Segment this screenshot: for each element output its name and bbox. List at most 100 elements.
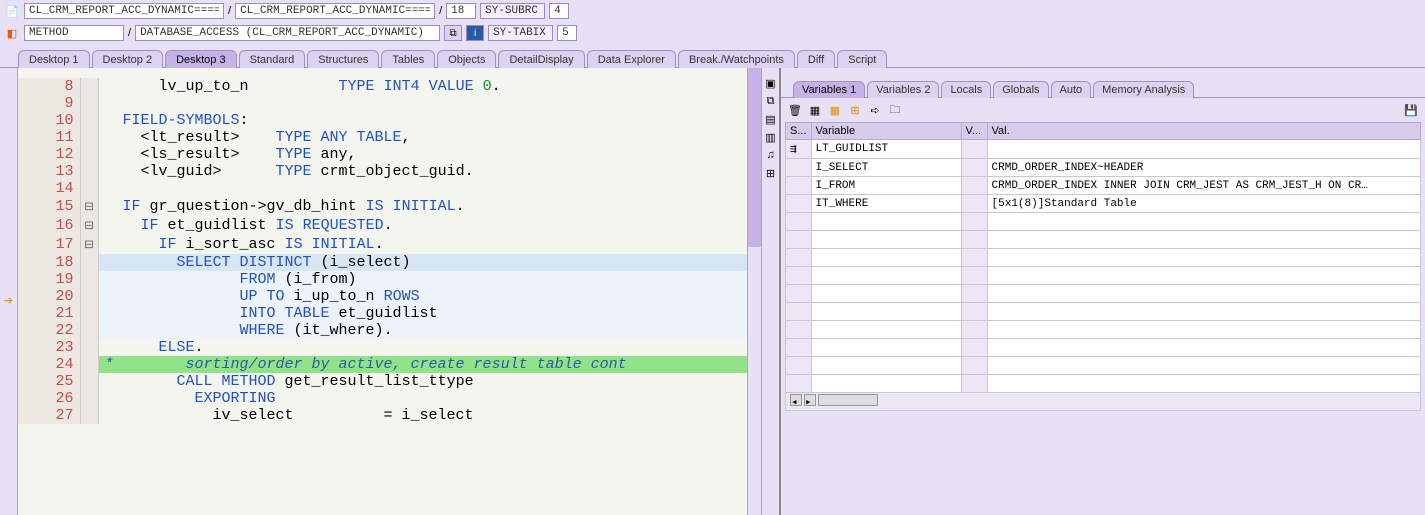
variable-tabs: Variables 1Variables 2LocalsGlobalsAutoM… [781, 76, 1425, 98]
code-line[interactable]: 11 <lt_result> TYPE ANY TABLE, [18, 129, 747, 146]
current-line-arrow-icon: ➔ [0, 294, 17, 307]
code-pane-wrap: ➔ 8 lv_up_to_n TYPE INT4 VALUE 0.910 FIE… [0, 68, 780, 515]
var-row[interactable] [786, 285, 1421, 303]
code-line[interactable]: 17⊟ IF i_sort_asc IS INITIAL. [18, 235, 747, 254]
code-table: 8 lv_up_to_n TYPE INT4 VALUE 0.910 FIELD… [18, 78, 747, 424]
var-row[interactable]: I_SELECTCRMD_ORDER_INDEX~HEADER [786, 159, 1421, 177]
tab-data-explorer[interactable]: Data Explorer [587, 50, 676, 68]
sy-tabix-label [488, 25, 553, 41]
code-line[interactable]: 23 ELSE. [18, 339, 747, 356]
var-row[interactable] [786, 375, 1421, 393]
code-line[interactable]: 13 <lv_guid> TYPE crmt_object_guid. [18, 163, 747, 180]
code-line[interactable]: 25 CALL METHOD get_result_list_ttype [18, 373, 747, 390]
code-line[interactable]: 10 FIELD-SYMBOLS: [18, 112, 747, 129]
program-field-2[interactable] [235, 3, 435, 19]
grid-icon[interactable]: ▦ [807, 102, 823, 118]
var-tab-auto[interactable]: Auto [1051, 81, 1092, 98]
document-icon: 📄 [4, 3, 20, 19]
var-row[interactable] [786, 267, 1421, 285]
var-row[interactable] [786, 231, 1421, 249]
var-horizontal-scroll[interactable]: ◂▸ [786, 393, 1421, 411]
var-row[interactable] [786, 213, 1421, 231]
variables-table[interactable]: S...VariableV...Val.⇶LT_GUIDLISTI_SELECT… [785, 122, 1421, 411]
code-line[interactable]: 12 <ls_result> TYPE any, [18, 146, 747, 163]
var-row[interactable]: I_FROMCRMD_ORDER_INDEX INNER JOIN CRM_JE… [786, 177, 1421, 195]
code-line[interactable]: 15⊟ IF gr_question->gv_db_hint IS INITIA… [18, 197, 747, 216]
tab-desktop-3[interactable]: Desktop 3 [165, 50, 237, 68]
side-tool-strip: ▣ ⧉ ▤ ▥ ♫ ⊞ [761, 68, 779, 515]
code-line[interactable]: 27 iv_select = i_select [18, 407, 747, 424]
method-full-field[interactable] [135, 25, 440, 41]
var-tab-memory-analysis[interactable]: Memory Analysis [1093, 81, 1194, 98]
program-field-1[interactable] [24, 3, 224, 19]
tool-save-icon[interactable]: ▥ [763, 130, 779, 146]
slash: / [128, 27, 131, 39]
line-field[interactable] [446, 3, 476, 19]
code-line[interactable]: 26 EXPORTING [18, 390, 747, 407]
tab-structures[interactable]: Structures [307, 50, 379, 68]
var-row[interactable]: IT_WHERE[5x1(8)]Standard Table [786, 195, 1421, 213]
code-line[interactable]: 9 [18, 95, 747, 112]
toolbar-row-1: 📄 / / [0, 0, 1425, 22]
tab-script[interactable]: Script [837, 50, 887, 68]
tab-desktop-2[interactable]: Desktop 2 [92, 50, 164, 68]
sy-subrc-value [549, 3, 569, 19]
code-line[interactable]: 21 INTO TABLE et_guidlist [18, 305, 747, 322]
delete-icon[interactable]: 🗑 [787, 102, 803, 118]
var-header-name[interactable]: Variable [811, 123, 961, 140]
slash: / [439, 5, 442, 17]
nav-button-2[interactable]: i [466, 25, 484, 41]
var-row[interactable] [786, 321, 1421, 339]
var-header-v[interactable]: V... [961, 123, 987, 140]
var-row[interactable]: ⇶LT_GUIDLIST [786, 140, 1421, 159]
tab-tables[interactable]: Tables [381, 50, 435, 68]
tab-desktop-1[interactable]: Desktop 1 [18, 50, 90, 68]
tool-copy-icon[interactable]: ⧉ [763, 94, 779, 110]
code-line[interactable]: 24* sorting/order by active, create resu… [18, 356, 747, 373]
var-tab-variables-2[interactable]: Variables 2 [867, 81, 939, 98]
slash: / [228, 5, 231, 17]
arrow-icon[interactable]: ➪ [867, 102, 883, 118]
code-line[interactable]: 8 lv_up_to_n TYPE INT4 VALUE 0. [18, 78, 747, 95]
sy-tabix-value [557, 25, 577, 41]
var-row[interactable] [786, 303, 1421, 321]
tool-paste-icon[interactable]: ▤ [763, 112, 779, 128]
code-line[interactable]: 20 UP TO i_up_to_n ROWS [18, 288, 747, 305]
folder-icon[interactable]: 🗀 [887, 102, 903, 118]
variables-panel: Variables 1Variables 2LocalsGlobalsAutoM… [780, 68, 1425, 515]
variable-toolbar: 🗑 ▦ ▦ ⊞ ➪ 🗀 💾 [781, 98, 1425, 122]
var-header-s[interactable]: S... [786, 123, 812, 140]
grid2-icon[interactable]: ▦ [827, 102, 843, 118]
sy-subrc-label [480, 3, 545, 19]
var-row[interactable] [786, 339, 1421, 357]
var-tab-variables-1[interactable]: Variables 1 [793, 81, 865, 98]
tab-diff[interactable]: Diff [797, 50, 835, 68]
tab-standard[interactable]: Standard [239, 50, 306, 68]
method-icon: ◧ [4, 25, 20, 41]
code-line[interactable]: 18 SELECT DISTINCT (i_select) [18, 254, 747, 271]
var-row[interactable] [786, 249, 1421, 267]
code-line[interactable]: 19 FROM (i_from) [18, 271, 747, 288]
nav-button-1[interactable]: ⧉ [444, 25, 462, 41]
var-tab-locals[interactable]: Locals [941, 81, 991, 98]
status-gutter: ➔ [0, 68, 18, 515]
tool-tree-icon[interactable]: ⊞ [763, 166, 779, 182]
tab-detaildisplay[interactable]: DetailDisplay [498, 50, 584, 68]
var-header-val[interactable]: Val. [987, 123, 1420, 140]
var-tab-globals[interactable]: Globals [993, 81, 1048, 98]
var-row[interactable] [786, 357, 1421, 375]
method-field[interactable] [24, 25, 124, 41]
tab-objects[interactable]: Objects [437, 50, 496, 68]
tool-locate-icon[interactable]: ▣ [763, 76, 779, 92]
vertical-scrollbar[interactable] [747, 68, 761, 515]
code-line[interactable]: 14 [18, 180, 747, 197]
code-line[interactable]: 16⊟ IF et_guidlist IS REQUESTED. [18, 216, 747, 235]
tab-break-watchpoints[interactable]: Break./Watchpoints [678, 50, 795, 68]
code-line[interactable]: 22 WHERE (it_where). [18, 322, 747, 339]
main-tabs: Desktop 1Desktop 2Desktop 3StandardStruc… [0, 44, 1425, 68]
save-icon[interactable]: 💾 [1403, 102, 1419, 118]
code-pane[interactable]: 8 lv_up_to_n TYPE INT4 VALUE 0.910 FIELD… [18, 68, 747, 515]
toolbar-row-2: ◧ / ⧉ i [0, 22, 1425, 44]
hier-icon[interactable]: ⊞ [847, 102, 863, 118]
tool-headphones-icon[interactable]: ♫ [763, 148, 779, 164]
